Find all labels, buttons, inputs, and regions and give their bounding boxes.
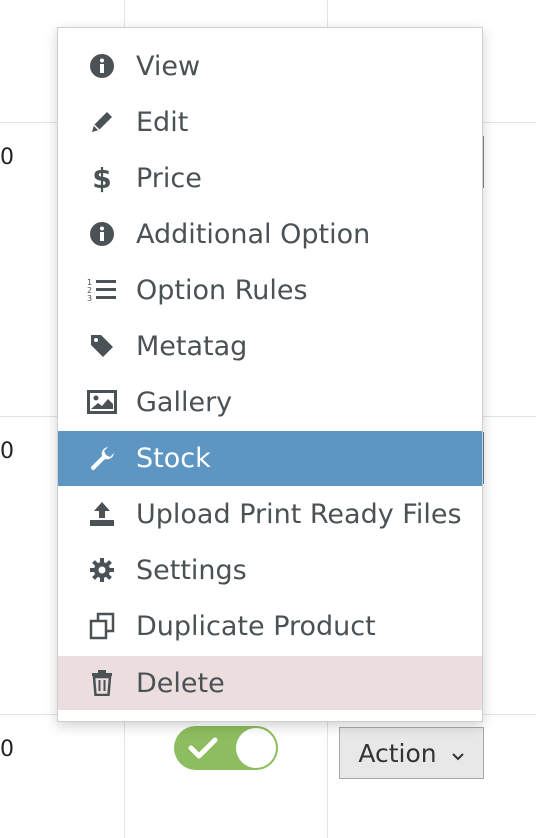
action-button-label: Action: [358, 738, 437, 768]
menu-item-label: Metatag: [136, 330, 248, 362]
menu-item-label: Gallery: [136, 386, 233, 418]
table-cell-value: 0: [0, 145, 14, 170]
action-button[interactable]: Action: [339, 727, 484, 779]
gear-icon: [86, 557, 118, 583]
table-cell-value: 0: [0, 737, 14, 762]
menu-item-edit[interactable]: Edit: [58, 95, 482, 149]
menu-item-label: Duplicate Product: [136, 610, 376, 642]
menu-item-label: Settings: [136, 554, 247, 586]
action-dropdown-menu: View Edit $ Price Additional Option 123 …: [57, 27, 483, 722]
menu-item-additional-option[interactable]: Additional Option: [58, 207, 482, 261]
trash-icon: [86, 670, 118, 696]
svg-text:3: 3: [87, 294, 92, 303]
menu-item-label: Upload Print Ready Files: [136, 498, 462, 530]
active-toggle[interactable]: [174, 726, 278, 770]
table-cell-value: 0: [0, 439, 14, 464]
menu-item-settings[interactable]: Settings: [58, 543, 482, 597]
menu-item-delete[interactable]: Delete: [58, 656, 482, 710]
menu-item-price[interactable]: $ Price: [58, 151, 482, 205]
menu-item-label: View: [136, 50, 201, 82]
menu-item-label: Price: [136, 162, 202, 194]
dollar-icon: $: [86, 163, 118, 193]
menu-item-option-rules[interactable]: 123 Option Rules: [58, 263, 482, 317]
upload-icon: [86, 500, 118, 528]
menu-item-label: Delete: [136, 667, 225, 699]
svg-text:$: $: [92, 163, 111, 193]
check-icon: [188, 736, 218, 765]
menu-item-stock[interactable]: Stock: [58, 431, 482, 486]
toggle-knob: [236, 728, 276, 768]
info-icon: [86, 221, 118, 247]
menu-item-view[interactable]: View: [58, 39, 482, 93]
chevron-down-icon: [451, 739, 465, 768]
menu-item-duplicate-product[interactable]: Duplicate Product: [58, 599, 482, 653]
copy-icon: [86, 612, 118, 640]
tag-icon: [86, 333, 118, 359]
info-icon: [86, 53, 118, 79]
menu-item-label: Edit: [136, 106, 189, 138]
pencil-icon: [86, 109, 118, 135]
menu-item-upload-print-ready-files[interactable]: Upload Print Ready Files: [58, 487, 482, 541]
numbered-list-icon: 123: [86, 277, 118, 303]
menu-item-label: Option Rules: [136, 274, 308, 306]
menu-item-label: Additional Option: [136, 218, 371, 250]
menu-item-label: Stock: [136, 443, 211, 474]
menu-item-metatag[interactable]: Metatag: [58, 319, 482, 373]
wrench-icon: [86, 445, 118, 473]
menu-item-gallery[interactable]: Gallery: [58, 375, 482, 429]
image-icon: [86, 390, 118, 414]
